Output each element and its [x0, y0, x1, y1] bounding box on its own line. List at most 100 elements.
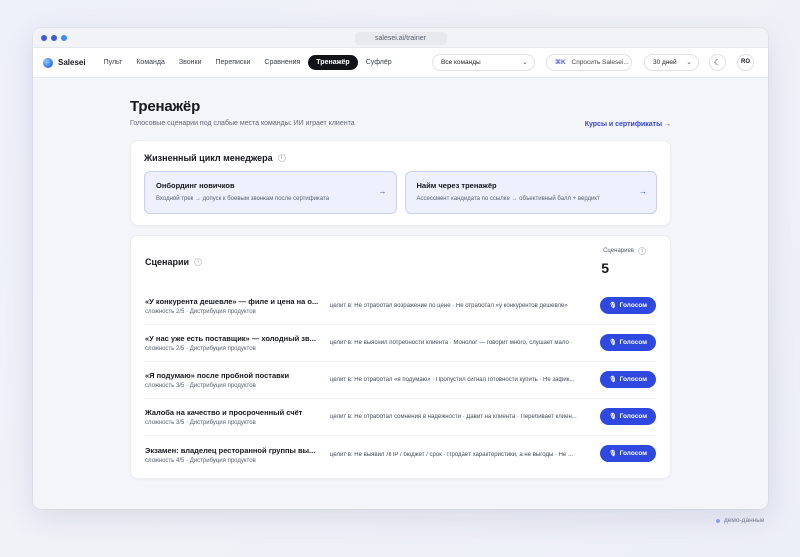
nav-item-chats[interactable]: Переписки	[210, 55, 257, 70]
chevron-down-icon: ⌄	[686, 59, 692, 66]
courses-link[interactable]: Курсы и сертификаты →	[585, 121, 671, 128]
nav-item-dashboard[interactable]: Пульт	[98, 55, 129, 70]
arrow-right-icon: →	[639, 187, 647, 196]
info-icon[interactable]: i	[194, 258, 203, 266]
period-select[interactable]: 30 дней ⌄	[644, 54, 699, 71]
top-nav: Salesei Пульт Команда Звонки Переписки С…	[33, 48, 768, 78]
scenario-info: Жалоба на качество и просроченный счёт с…	[145, 408, 330, 426]
nav-menu: Пульт Команда Звонки Переписки Сравнения…	[98, 55, 398, 70]
voice-button[interactable]: 🎙 Голосом	[600, 408, 656, 425]
voice-button-label: Голосом	[619, 339, 648, 346]
scenario-target: целит в: Не отработал сомнения в надёжно…	[330, 414, 577, 420]
scenarios-count-label: Сценариев i	[603, 247, 646, 255]
mic-icon: 🎙	[608, 377, 617, 383]
voice-button[interactable]: 🎙 Голосом	[600, 371, 656, 388]
mic-icon: 🎙	[608, 414, 617, 420]
voice-button-label: Голосом	[619, 450, 648, 457]
scenario-target: целит в: Не отработал «я подумаю» · Проп…	[330, 377, 575, 383]
scenario-meta: сложность 2/5 · Дистрибуция продуктов	[145, 346, 256, 352]
voice-button-label: Голосом	[619, 413, 648, 420]
scenario-row: «Я подумаю» после пробной поставки сложн…	[145, 362, 656, 399]
theme-toggle[interactable]: ☾	[709, 54, 726, 71]
scenario-list: «У конкурента дешевле» — филе и цена на …	[145, 288, 656, 473]
track-onboarding[interactable]: Онбординг новичков Входной трек → допуск…	[144, 171, 397, 214]
window-dot[interactable]	[61, 35, 67, 41]
nav-item-calls[interactable]: Звонки	[173, 55, 208, 70]
ask-label: Спросить Salesei...	[571, 59, 629, 66]
team-select-value: Все команды	[441, 59, 481, 66]
scenarios-title: Сценарии i	[145, 257, 203, 267]
scenario-meta: сложность 3/5 · Дистрибуция продуктов	[145, 420, 256, 426]
window-dot[interactable]	[41, 35, 47, 41]
scenario-info: Экзамен: владелец ресторанной группы вы.…	[145, 446, 330, 464]
shortcut-key: ⌘K	[555, 59, 566, 66]
brand-name: Salesei	[58, 58, 86, 67]
scenario-info: «У конкурента дешевле» — филе и цена на …	[145, 297, 330, 315]
scenario-title[interactable]: «У нас уже есть поставщик» — холодный зв…	[145, 334, 325, 343]
scenario-meta: сложность 4/5 · Дистрибуция продуктов	[145, 457, 256, 464]
lifecycle-title: Жизненный цикл менеджера i	[144, 153, 657, 163]
track-desc: Ассессмент кандидата по ссылке → объекти…	[416, 196, 600, 202]
scenario-title[interactable]: Жалоба на качество и просроченный счёт	[145, 408, 325, 417]
window-controls	[41, 35, 67, 41]
mic-icon: 🎙	[608, 340, 617, 346]
info-icon[interactable]: i	[638, 247, 646, 255]
main-content: Тренажёр Голосовые сценарии под слабые м…	[130, 78, 671, 479]
logo-icon	[43, 57, 53, 68]
window-dot[interactable]	[51, 35, 57, 41]
scenarios-count: 5	[601, 260, 609, 276]
scenarios-header: Сценарии i Сценариев i 5	[145, 236, 656, 288]
scenario-row: «У конкурента дешевле» — филе и цена на …	[145, 288, 656, 325]
lifecycle-card: Жизненный цикл менеджера i Онбординг нов…	[130, 140, 671, 226]
arrow-right-icon: →	[378, 187, 387, 196]
scenario-row: Экзамен: владелец ресторанной группы вы.…	[145, 436, 656, 473]
period-value: 30 дней	[653, 59, 677, 66]
voice-button[interactable]: 🎙 Голосом	[600, 334, 656, 351]
page-title: Тренажёр	[130, 98, 201, 115]
track-hiring[interactable]: Найм через тренажёр Ассессмент кандидата…	[404, 171, 657, 214]
track-title: Найм через тренажёр	[416, 181, 497, 190]
demo-data-badge: демо-данные	[716, 517, 765, 524]
voice-button-label: Голосом	[619, 302, 648, 309]
voice-button-label: Голосом	[619, 376, 648, 383]
mic-icon: 🎙	[608, 303, 617, 309]
track-title: Онбординг новичков	[156, 181, 235, 190]
nav-item-team[interactable]: Команда	[130, 55, 171, 70]
scenarios-title-text: Сценарии	[145, 257, 190, 267]
scenario-row: Жалоба на качество и просроченный счёт с…	[145, 399, 656, 436]
scenarios-card: Сценарии i Сценариев i 5 «У конкурента д…	[130, 235, 671, 479]
track-desc: Входной трек → допуск к боевым звонкам п…	[156, 196, 330, 202]
title-bar: salesei.ai/trainer	[33, 28, 768, 48]
nav-item-comparisons[interactable]: Сравнения	[258, 55, 306, 70]
browser-window: salesei.ai/trainer Salesei Пульт Команда…	[33, 28, 768, 509]
scenario-row: «У нас уже есть поставщик» — холодный зв…	[145, 325, 656, 362]
scenario-title[interactable]: «Я подумаю» после пробной поставки	[145, 371, 325, 380]
moon-icon: ☾	[713, 58, 722, 67]
scenario-target: целит в: Не выяснил потребности клиента …	[330, 340, 573, 346]
scenario-title[interactable]: Экзамен: владелец ресторанной группы вы.…	[145, 446, 325, 455]
voice-button[interactable]: 🎙 Голосом	[600, 297, 656, 314]
mic-icon: 🎙	[608, 451, 617, 457]
nav-item-trainer[interactable]: Тренажёр	[308, 55, 358, 70]
tracks: Онбординг новичков Входной трек → допуск…	[144, 171, 657, 214]
chevron-down-icon: ⌄	[522, 59, 528, 66]
voice-button[interactable]: 🎙 Голосом	[600, 445, 656, 462]
address-bar[interactable]: salesei.ai/trainer	[354, 32, 447, 45]
scenario-target: целит в: Не выявил ЛПР / бюджет / срок ·…	[330, 451, 573, 458]
info-icon[interactable]: i	[277, 154, 286, 162]
scenario-title[interactable]: «У конкурента дешевле» — филе и цена на …	[145, 297, 325, 306]
demo-label: демо-данные	[724, 517, 765, 524]
avatar[interactable]: RO	[737, 54, 754, 71]
team-select[interactable]: Все команды ⌄	[432, 54, 535, 71]
scenario-info: «У нас уже есть поставщик» — холодный зв…	[145, 334, 330, 352]
brand-logo[interactable]: Salesei	[43, 57, 86, 68]
scenario-meta: сложность 2/5 · Дистрибуция продуктов	[145, 309, 256, 315]
count-label-text: Сценариев	[603, 248, 634, 254]
scenario-info: «Я подумаю» после пробной поставки сложн…	[145, 371, 330, 389]
status-dot	[716, 518, 720, 523]
lifecycle-title-text: Жизненный цикл менеджера	[144, 153, 273, 163]
ask-assistant-button[interactable]: ⌘K Спросить Salesei...	[546, 54, 632, 71]
scenario-meta: сложность 3/5 · Дистрибуция продуктов	[145, 383, 256, 389]
scenario-target: целит в: Не отработал возражение по цене…	[330, 303, 568, 309]
nav-item-prompter[interactable]: Суфлёр	[360, 55, 398, 70]
